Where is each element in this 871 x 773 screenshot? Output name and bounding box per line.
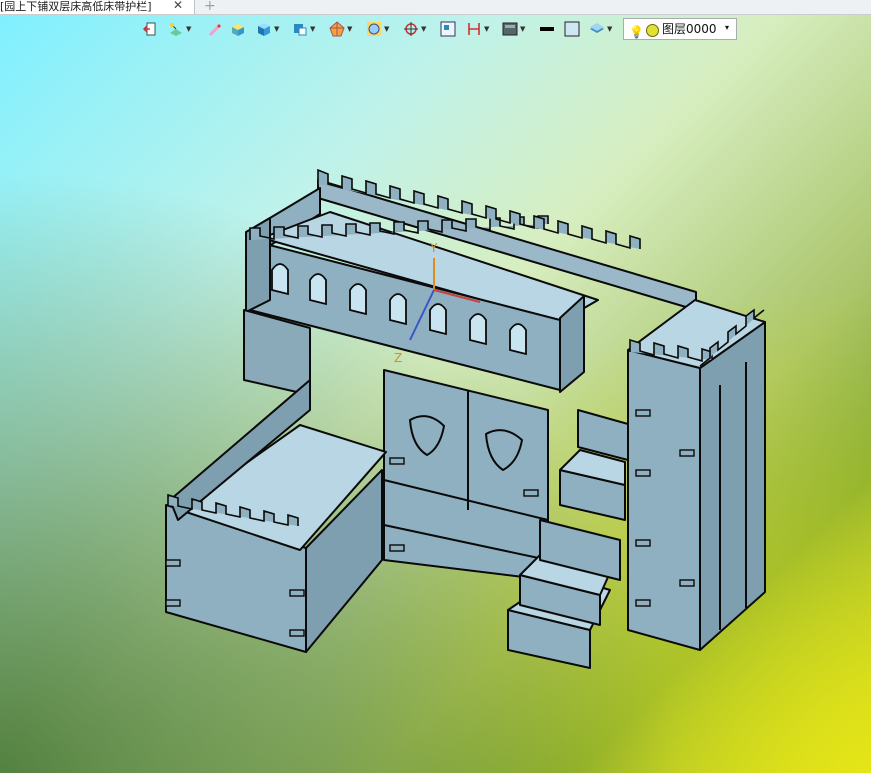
z-axis-label: Z (394, 351, 402, 365)
castle-bunk-bed-model[interactable]: Y Z (0, 0, 871, 773)
y-axis-label: Y (429, 241, 438, 255)
